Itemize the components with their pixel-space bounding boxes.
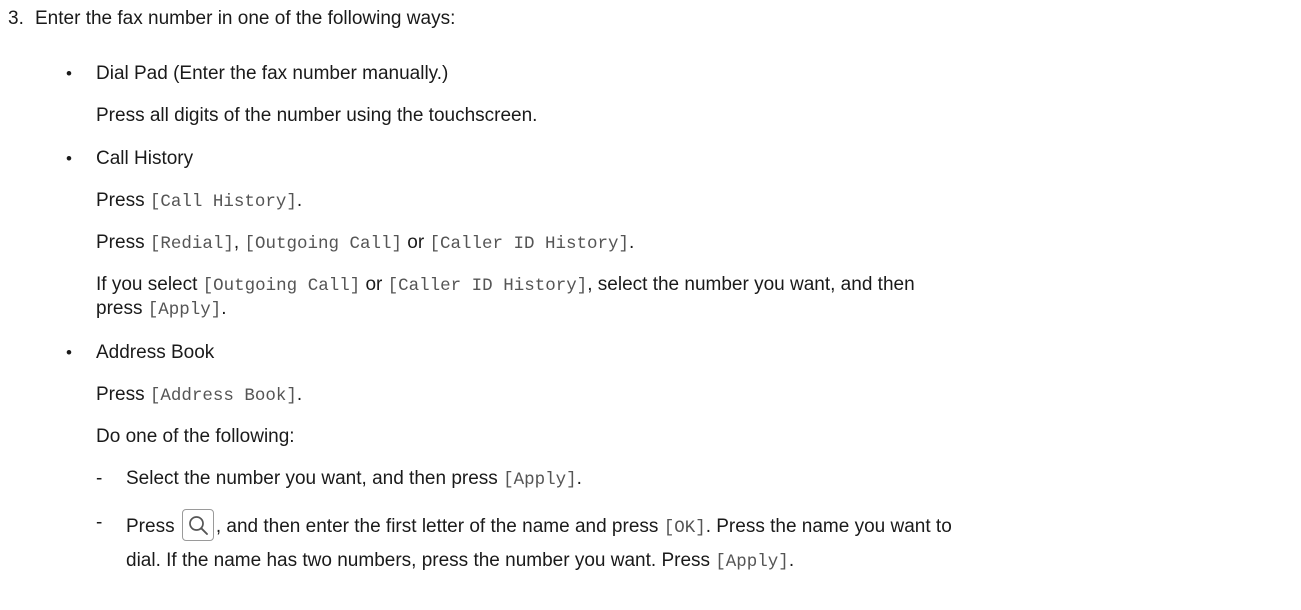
search-button[interactable]	[181, 509, 214, 541]
method-title: Address Book	[96, 342, 215, 363]
dash: -	[96, 512, 103, 533]
ok-label: [OK]	[663, 518, 706, 539]
instruction-line: Press [Call History].	[96, 190, 303, 212]
instruction-line: Press [Address Book].	[96, 384, 303, 406]
method-description: Press all digits of the number using the…	[96, 105, 538, 126]
instruction-line: Do one of the following:	[96, 426, 295, 447]
redial-label: [Redial]	[149, 234, 234, 254]
bullet: •	[66, 64, 72, 83]
step-text: Enter the fax number in one of the follo…	[35, 8, 456, 29]
address-book-label: [Address Book]	[149, 386, 297, 406]
instruction-line: If you select [Outgoing Call] or [Caller…	[96, 274, 915, 296]
caller-id-history-label: [Caller ID History]	[429, 234, 629, 254]
step-number: 3.	[8, 8, 24, 29]
instruction-line: press [Apply].	[96, 298, 227, 320]
caller-id-history-label: [Caller ID History]	[387, 276, 588, 296]
bullet: •	[66, 343, 72, 362]
method-title: Call History	[96, 148, 194, 169]
method-title: Dial Pad (Enter the fax number manually.…	[96, 63, 449, 84]
apply-label: [Apply]	[503, 470, 577, 490]
apply-label: [Apply]	[147, 300, 222, 320]
dash: -	[96, 468, 103, 489]
call-history-label: [Call History]	[149, 192, 297, 212]
instruction-line: Press [Redial], [Outgoing Call] or [Call…	[96, 232, 635, 254]
option-item-continued: dial. If the name has two numbers, press…	[126, 550, 795, 572]
search-icon	[189, 516, 208, 535]
outgoing-call-label: [Outgoing Call]	[202, 276, 361, 296]
apply-label: [Apply]	[715, 552, 789, 572]
outgoing-call-label: [Outgoing Call]	[244, 234, 402, 254]
bullet: •	[66, 149, 72, 168]
